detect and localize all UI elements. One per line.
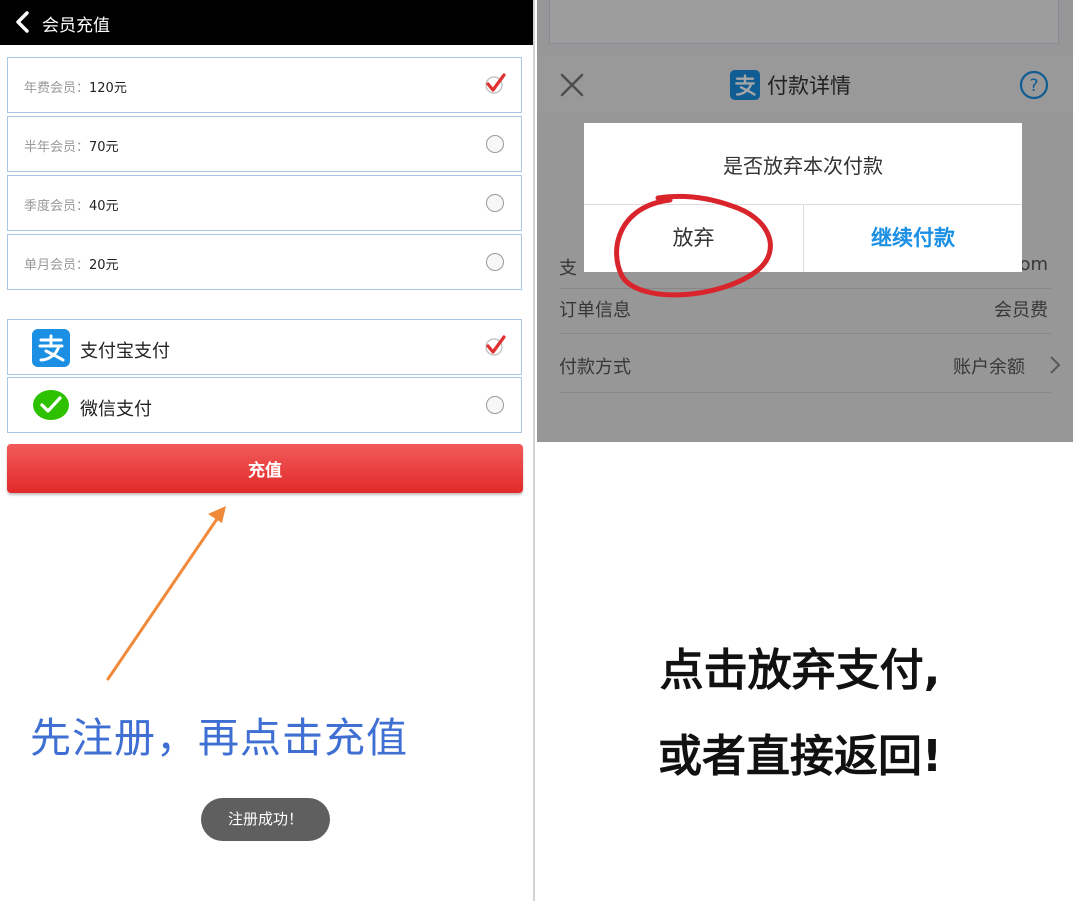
payment-option-alipay[interactable]: 支付宝支付 — [7, 319, 522, 375]
plan-price: 120元 — [89, 81, 127, 96]
plan-name: 季度会员： — [24, 199, 90, 214]
wechat-icon — [33, 390, 69, 420]
top-bar: 会员充值 — [0, 0, 533, 45]
back-arrow-icon[interactable] — [12, 10, 36, 34]
toast-message: 注册成功！ — [201, 798, 330, 841]
continue-payment-button[interactable]: 继续付款 — [804, 205, 1022, 272]
instruction-text: 先注册，再点击充值 — [30, 714, 408, 762]
payment-label: 支付宝支付 — [80, 341, 170, 362]
abandon-payment-dialog: 是否放弃本次付款 放弃 继续付款 — [584, 123, 1022, 272]
left-screenshot: 会员充值 年费会员：120元 半年会员：70元 季度会员：40元 单月会员：20… — [0, 0, 533, 901]
plan-name: 半年会员： — [24, 140, 90, 155]
page-title: 会员充值 — [42, 16, 110, 36]
panel-divider — [533, 0, 535, 901]
instruction-text-line-2: 或者直接返回! — [657, 731, 943, 782]
radio-button[interactable] — [486, 253, 504, 271]
plan-price: 20元 — [89, 258, 119, 273]
plan-name: 年费会员： — [24, 81, 90, 96]
plan-name: 单月会员： — [24, 258, 90, 273]
plan-option-yearly[interactable]: 年费会员：120元 — [7, 57, 522, 113]
radio-button[interactable] — [486, 194, 504, 212]
recharge-button[interactable]: 充值 — [7, 444, 523, 493]
plan-option-quarterly[interactable]: 季度会员：40元 — [7, 175, 522, 231]
payment-option-wechat[interactable]: 微信支付 — [7, 377, 522, 433]
checkmark-icon — [485, 335, 506, 356]
payment-label: 微信支付 — [80, 399, 152, 420]
plan-price: 70元 — [89, 140, 119, 155]
instruction-text-line-1: 点击放弃支付, — [659, 645, 941, 696]
plan-price: 40元 — [89, 199, 119, 214]
radio-button[interactable] — [486, 396, 504, 414]
abandon-button[interactable]: 放弃 — [584, 205, 803, 272]
dialog-message: 是否放弃本次付款 — [723, 154, 883, 178]
checkmark-icon — [485, 73, 506, 94]
plan-option-monthly[interactable]: 单月会员：20元 — [7, 234, 522, 290]
radio-button[interactable] — [486, 135, 504, 153]
alipay-icon — [32, 329, 70, 367]
plan-option-half-year[interactable]: 半年会员：70元 — [7, 116, 522, 172]
